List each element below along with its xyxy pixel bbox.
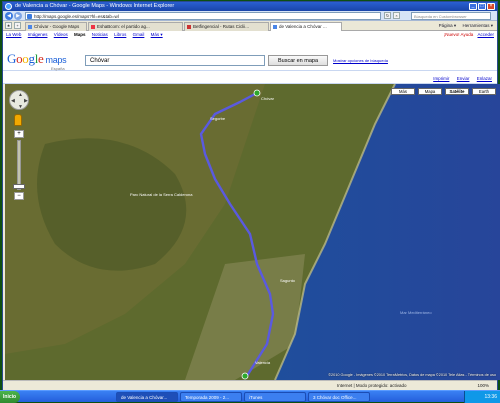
new-badge-link[interactable]: ¡Nuevo! Ayuda: [444, 32, 473, 37]
google-maps-logo[interactable]: Google maps: [7, 52, 67, 67]
pan-right-icon[interactable]: ▶: [24, 98, 28, 104]
tools-menu[interactable]: Herramientas ▾: [462, 23, 493, 28]
zoom-out-button[interactable]: −: [14, 192, 24, 200]
task-valencia-chovar[interactable]: de Valencia a Chóvar...: [116, 392, 178, 402]
tab-betfingencial[interactable]: Betfingencial - Rutas Ciclii...: [184, 22, 269, 31]
window-title: de Valencia a Chóvar - Google Maps - Win…: [15, 3, 175, 9]
start-button[interactable]: Inicio: [0, 391, 20, 403]
pan-up-icon[interactable]: ▲: [18, 92, 23, 98]
tray-clock: 13:36: [484, 394, 497, 400]
google-nav-bar: La Web Imágenes Vídeos Maps Noticias Lib…: [3, 31, 497, 39]
destination-marker[interactable]: [253, 89, 261, 97]
label-chovar: Chóvar: [261, 96, 275, 101]
task-temporada[interactable]: Temporada 2009 - 2...: [180, 392, 242, 402]
tab-valencia-chovar[interactable]: de Valencia a Chóvar ...: [270, 22, 342, 31]
logo-maps-text: maps: [45, 55, 67, 65]
command-bar: Página ▾ Herramientas ▾: [434, 22, 493, 30]
stop-icon[interactable]: ×: [393, 12, 400, 19]
back-button[interactable]: ◀: [5, 12, 13, 20]
title-bar: de Valencia a Chóvar - Google Maps - Win…: [3, 2, 497, 11]
map-copyright: ©2010 Google - Imágenes ©2010 TerraMetri…: [328, 373, 496, 377]
address-bar: ◀ ▶ http://maps.google.es/maps?hl=es&tab…: [3, 11, 497, 21]
zoom-slider-track[interactable]: [17, 140, 21, 190]
origin-marker[interactable]: [241, 372, 249, 380]
close-button[interactable]: ×: [487, 3, 495, 10]
tab-favicon-icon: [28, 25, 32, 29]
map-action-links: Imprimir Enviar Enlazar: [427, 76, 492, 81]
google-account-links: ¡Nuevo! Ayuda Acceder: [441, 31, 494, 39]
site-favicon-icon: [27, 14, 32, 19]
label-serra-calderona: Parc Natural de la Serra Calderona: [130, 192, 193, 197]
label-sagunto: Sagunto: [280, 278, 296, 283]
nav-videos[interactable]: Vídeos: [54, 32, 68, 37]
print-link[interactable]: Imprimir: [433, 76, 449, 81]
windows-taskbar: Inicio de Valencia a Chóvar... Temporada…: [0, 390, 500, 403]
map-type-earth[interactable]: Earth: [472, 88, 496, 95]
add-favorites-icon[interactable]: +: [14, 22, 21, 29]
tab-label: Betfingencial - Rutas Ciclii...: [193, 24, 250, 29]
nav-images[interactable]: Imágenes: [28, 32, 48, 37]
label-segorbe: Segorbe: [210, 116, 226, 121]
page-menu[interactable]: Página ▾: [439, 23, 457, 28]
url-text: http://maps.google.es/maps?hl=es&tab=wl: [34, 14, 119, 19]
send-link[interactable]: Enviar: [457, 76, 470, 81]
url-input[interactable]: http://maps.google.es/maps?hl=es&tab=wl: [25, 12, 381, 20]
login-link[interactable]: Acceder: [477, 32, 494, 37]
nav-maps[interactable]: Maps: [74, 32, 86, 37]
favorites-star-icon[interactable]: ★: [5, 22, 12, 29]
browser-search-placeholder: Búsqueda en Custombrowser: [414, 14, 467, 19]
label-valencia: Valencia: [255, 360, 271, 365]
refresh-icon[interactable]: ↻: [384, 12, 391, 19]
nav-web[interactable]: La Web: [6, 32, 21, 37]
pan-control[interactable]: ▲ ▼ ◀ ▶: [9, 90, 29, 110]
nav-gmail[interactable]: Gmail: [133, 32, 145, 37]
google-nav-links: La Web Imágenes Vídeos Maps Noticias Lib…: [6, 31, 168, 39]
label-mar-mediterraneo: Mar Mediterráneo: [400, 310, 432, 315]
browser-search-input[interactable]: Búsqueda en Custombrowser: [411, 12, 491, 20]
maximize-button[interactable]: □: [478, 3, 486, 10]
pan-left-icon[interactable]: ◀: [11, 98, 15, 104]
tab-label: Chóvar - Google Maps: [34, 24, 80, 29]
map-type-satellite[interactable]: Satélite: [445, 88, 469, 95]
maps-header: Google maps España Chóvar Buscar en mapa …: [3, 39, 497, 71]
ie-logo-icon: [5, 3, 12, 10]
satellite-map[interactable]: Segorbe Chóvar Sagunto Valencia Parc Nat…: [5, 84, 500, 380]
tab-favicon-icon: [91, 25, 95, 29]
search-options-link[interactable]: Mostrar opciones de búsqueda: [333, 58, 388, 63]
link-link[interactable]: Enlazar: [477, 76, 492, 81]
street-view-pegman-icon[interactable]: [14, 114, 22, 126]
tab-chovar-maps[interactable]: Chóvar - Google Maps: [25, 22, 87, 31]
browser-window: de Valencia a Chóvar - Google Maps - Win…: [2, 1, 500, 391]
zoom-slider-handle[interactable]: [13, 184, 25, 189]
map-tools-bar: Imprimir Enviar Enlazar: [3, 71, 497, 84]
map-type-more[interactable]: Más: [391, 88, 415, 95]
forward-button[interactable]: ▶: [14, 12, 22, 20]
minimize-button[interactable]: _: [469, 3, 477, 10]
search-map-button[interactable]: Buscar en mapa: [268, 55, 328, 66]
tab-favicon-icon: [187, 25, 191, 29]
tab-eshabcom[interactable]: EshaBcom: el partido ag...: [88, 22, 183, 31]
map-type-map[interactable]: Mapa: [418, 88, 442, 95]
nav-books[interactable]: Libros: [114, 32, 126, 37]
zoom-in-button[interactable]: +: [14, 130, 24, 138]
nav-news[interactable]: Noticias: [92, 32, 108, 37]
map-imagery: Segorbe Chóvar Sagunto Valencia Parc Nat…: [5, 84, 500, 380]
pan-down-icon[interactable]: ▼: [18, 104, 23, 110]
system-tray: 13:36: [464, 391, 500, 403]
maps-search-input[interactable]: Chóvar: [85, 55, 265, 66]
task-itunes[interactable]: iTunes: [244, 392, 306, 402]
tab-strip: ★ + Chóvar - Google Maps EshaBcom: el pa…: [3, 21, 497, 31]
tab-favicon-icon: [273, 25, 277, 29]
tab-label: EshaBcom: el partido ag...: [97, 24, 150, 29]
tab-label: de Valencia a Chóvar ...: [279, 24, 327, 29]
nav-more[interactable]: Más ▾: [151, 32, 163, 37]
task-chovar-doc[interactable]: 3 Chóvar doc Office...: [308, 392, 370, 402]
